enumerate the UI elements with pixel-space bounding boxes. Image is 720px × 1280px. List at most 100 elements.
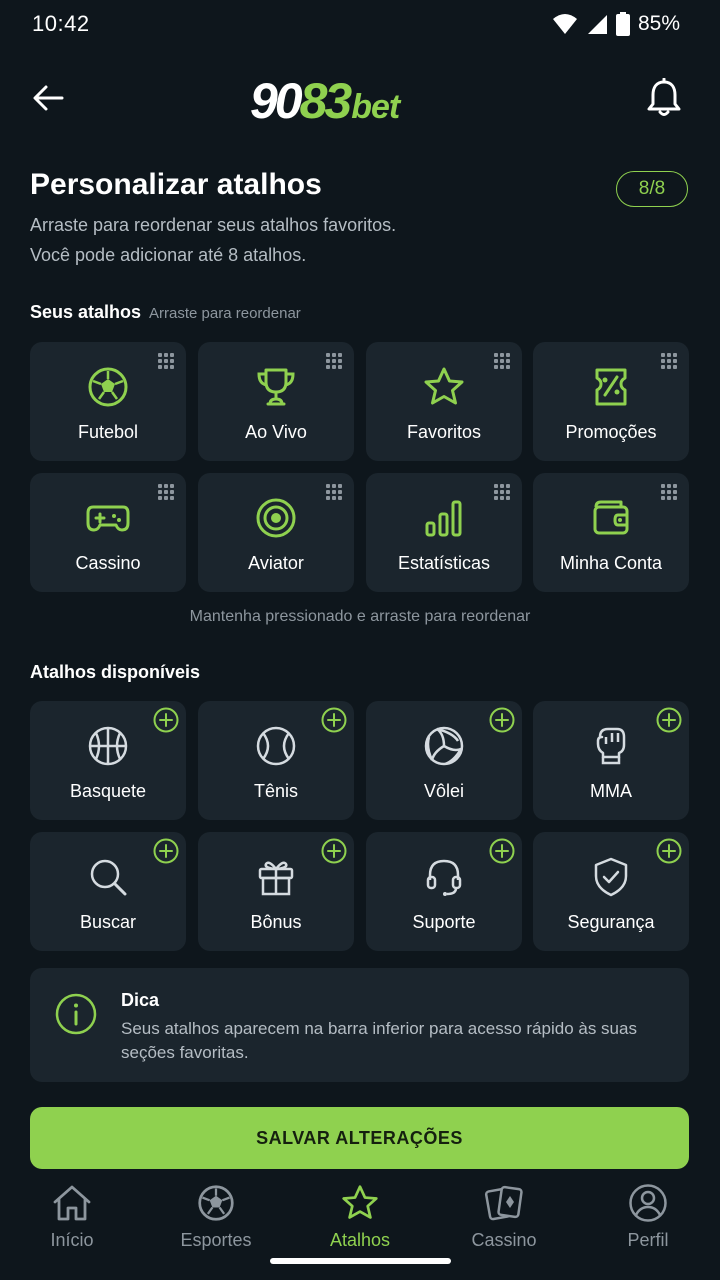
available-label: Basquete <box>69 781 147 801</box>
user-icon <box>629 1184 667 1222</box>
discount-icon <box>595 368 627 406</box>
add-circle-icon[interactable] <box>489 838 515 864</box>
nav-label: Esportes <box>180 1230 252 1250</box>
add-circle-icon[interactable] <box>321 707 347 733</box>
nav-label: Cassino <box>471 1230 537 1250</box>
add-circle-icon[interactable] <box>153 838 179 864</box>
available-label: Segurança <box>567 912 655 932</box>
nav-item-esportes[interactable]: Esportes <box>144 1182 288 1258</box>
add-circle-icon[interactable] <box>321 838 347 864</box>
wifi-icon <box>552 14 577 34</box>
battery-level: 85% <box>637 12 680 35</box>
shortcut-label: Aviator <box>248 553 304 573</box>
shortcut-label: Ao Vivo <box>245 422 307 442</box>
drag-handle-icon[interactable] <box>326 484 344 502</box>
available-tile-tenis[interactable]: Tênis <box>198 701 354 820</box>
available-tile-buscar[interactable]: Buscar <box>30 832 186 951</box>
tip-card: Dica Seus atalhos aparecem na barra infe… <box>30 968 689 1082</box>
available-tile-basquete[interactable]: Basquete <box>30 701 186 820</box>
star-icon <box>342 1185 378 1219</box>
subtitle-line-2: Você pode adicionar até 8 atalhos. <box>30 245 307 265</box>
add-circle-icon[interactable] <box>656 838 682 864</box>
tip-title: Dica <box>121 990 160 1010</box>
nav-item-atalhos[interactable]: Atalhos <box>288 1182 432 1258</box>
available-tile-volei[interactable]: Vôlei <box>366 701 522 820</box>
notifications-button[interactable] <box>644 76 684 120</box>
available-label: Tênis <box>253 781 298 801</box>
shortcut-tile-promocoes[interactable]: Promoções <box>533 342 689 461</box>
soccer-ball-icon <box>198 1185 234 1221</box>
nav-label: Atalhos <box>329 1230 391 1250</box>
drag-handle-icon[interactable] <box>661 484 679 502</box>
shortcut-tile-estatisticas[interactable]: Estatísticas <box>366 473 522 592</box>
shortcut-tile-ao-vivo[interactable]: Ao Vivo <box>198 342 354 461</box>
tip-text: Seus atalhos aparecem na barra inferior … <box>121 1019 637 1062</box>
shortcut-tile-favoritos[interactable]: Favoritos <box>366 342 522 461</box>
add-circle-icon[interactable] <box>656 707 682 733</box>
shortcut-label: Futebol <box>77 422 139 442</box>
shortcut-count-badge: 8/8 <box>616 171 688 207</box>
shortcut-tile-aviator[interactable]: Aviator <box>198 473 354 592</box>
battery-icon <box>615 12 630 36</box>
available-tile-bonus[interactable]: Bônus <box>198 832 354 951</box>
nav-label: Perfil <box>627 1230 669 1250</box>
available-label: MMA <box>590 781 632 801</box>
add-circle-icon[interactable] <box>153 707 179 733</box>
brand-logo: 90 83 bet <box>250 73 400 129</box>
drag-handle-icon[interactable] <box>158 484 176 502</box>
shortcut-tile-minha-conta[interactable]: Minha Conta <box>533 473 689 592</box>
status-bar: 10:42 85% <box>0 0 720 48</box>
status-icons: 85% <box>552 12 680 36</box>
drag-handle-icon[interactable] <box>326 353 344 371</box>
gamepad-icon <box>86 505 130 532</box>
shortcut-label: Cassino <box>75 553 141 573</box>
wallet-icon <box>593 500 629 535</box>
nav-label: Início <box>50 1230 94 1250</box>
save-changes-button[interactable]: SALVAR ALTERAÇÕES <box>30 1107 689 1169</box>
target-icon <box>256 498 296 538</box>
back-button[interactable] <box>28 78 68 118</box>
status-time: 10:42 <box>32 11 90 36</box>
nav-item-perfil[interactable]: Perfil <box>576 1182 720 1258</box>
my-shortcuts-heading: Seus atalhos Arraste para reordenar <box>30 302 301 322</box>
drag-handle-icon[interactable] <box>158 353 176 371</box>
available-tile-seguranca[interactable]: Segurança <box>533 832 689 951</box>
add-circle-icon[interactable] <box>489 707 515 733</box>
nav-item-inicio[interactable]: Início <box>0 1182 144 1258</box>
home-icon <box>53 1185 91 1221</box>
tennis-ball-icon <box>256 726 296 766</box>
search-icon <box>90 859 127 896</box>
home-indicator <box>270 1258 451 1264</box>
available-tile-mma[interactable]: MMA <box>533 701 689 820</box>
signal-icon <box>587 15 607 34</box>
headset-icon <box>426 859 462 896</box>
available-label: Suporte <box>412 912 476 932</box>
available-label: Buscar <box>79 912 137 932</box>
nav-item-cassino[interactable]: Cassino <box>432 1182 576 1258</box>
drag-handle-icon[interactable] <box>494 484 512 502</box>
shortcut-label: Favoritos <box>406 422 482 442</box>
cards-icon <box>484 1185 523 1221</box>
shortcut-label: Estatísticas <box>397 553 491 573</box>
available-tile-suporte[interactable]: Suporte <box>366 832 522 951</box>
shield-check-icon <box>594 857 628 897</box>
page-title: Personalizar atalhos <box>30 168 322 201</box>
basketball-icon <box>88 726 128 766</box>
volleyball-icon <box>424 726 464 766</box>
shortcut-tile-cassino[interactable]: Cassino <box>30 473 186 592</box>
arrow-left-icon <box>33 85 64 111</box>
available-label: Vôlei <box>423 781 465 801</box>
app-header: 90 83 bet <box>0 60 720 136</box>
available-label: Bônus <box>250 912 302 932</box>
boxing-glove-icon <box>596 727 626 765</box>
bell-icon <box>647 78 681 116</box>
drag-handle-icon[interactable] <box>661 353 679 371</box>
info-icon <box>55 993 97 1035</box>
shortcut-label: Promoções <box>565 422 657 442</box>
shortcut-label: Minha Conta <box>559 553 663 573</box>
drag-handle-icon[interactable] <box>494 353 512 371</box>
soccer-ball-icon <box>88 367 128 407</box>
shortcut-tile-futebol[interactable]: Futebol <box>30 342 186 461</box>
gift-icon <box>258 861 294 896</box>
trophy-icon <box>257 368 295 406</box>
